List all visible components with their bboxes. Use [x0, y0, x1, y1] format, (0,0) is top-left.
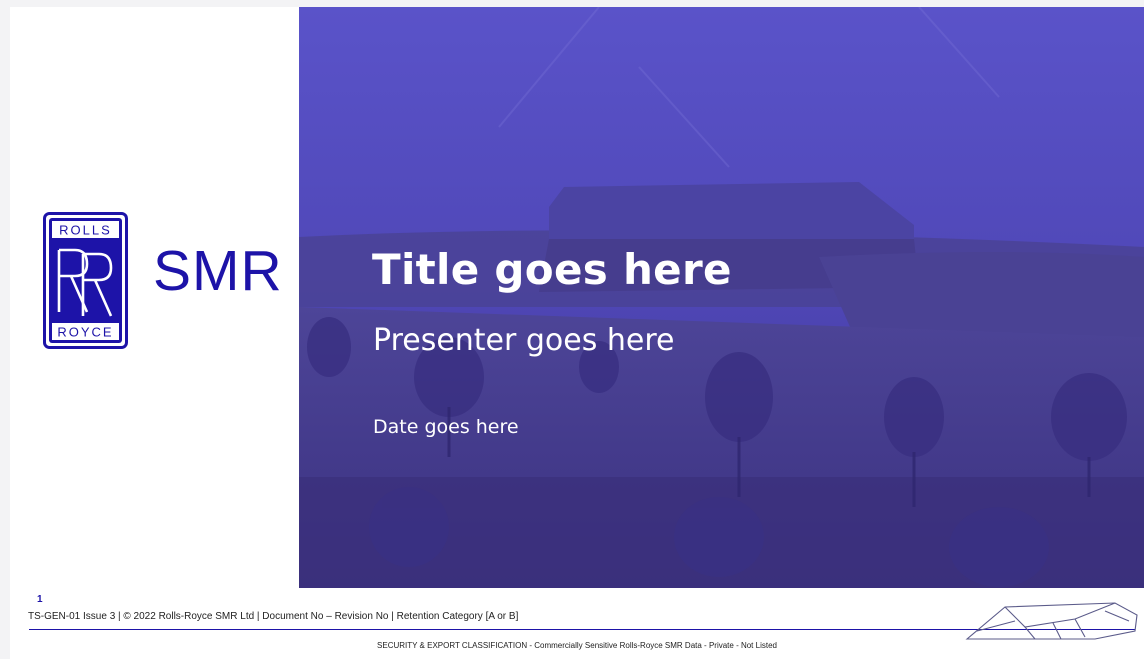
- presentation-date[interactable]: Date goes here: [373, 418, 519, 437]
- page-number: 1: [37, 594, 43, 605]
- title-slide: ROLLS ROYCE SMR Title goes here Presente…: [10, 7, 1144, 659]
- svg-text:ROYCE: ROYCE: [57, 325, 113, 340]
- smr-wordmark: SMR: [153, 239, 283, 303]
- hero-image: [299, 7, 1144, 588]
- svg-text:ROLLS: ROLLS: [59, 223, 112, 238]
- reactor-building-outline-icon: [965, 601, 1141, 641]
- security-classification: SECURITY & EXPORT CLASSIFICATION - Comme…: [377, 641, 777, 650]
- rolls-royce-logo: ROLLS ROYCE: [43, 212, 128, 349]
- document-footer: TS-GEN-01 Issue 3 | © 2022 Rolls-Royce S…: [28, 611, 519, 622]
- presenter-name[interactable]: Presenter goes here: [373, 326, 675, 356]
- window-top-band: [0, 0, 1144, 7]
- slide-title[interactable]: Title goes here: [372, 249, 732, 291]
